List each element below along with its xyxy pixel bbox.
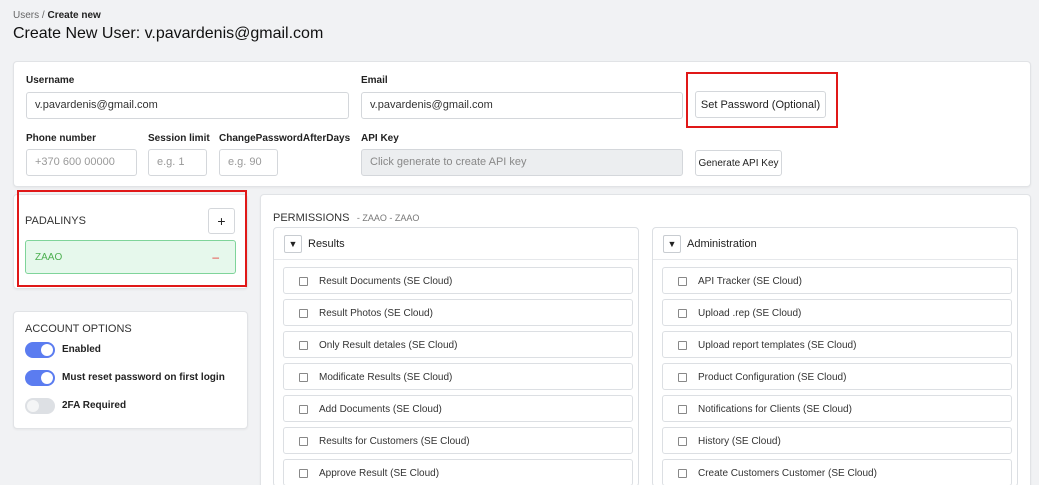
permission-checkbox[interactable] [299,405,308,414]
change-password-days-label: ChangePasswordAfterDays [219,133,351,144]
email-label: Email [361,75,388,86]
group-divider [274,259,638,260]
permission-checkbox[interactable] [299,437,308,446]
session-limit-input[interactable]: e.g. 1 [148,149,207,176]
permission-label: Create Customers Customer (SE Cloud) [698,468,877,479]
permission-label: Approve Result (SE Cloud) [319,468,440,479]
permission-item[interactable]: Upload .rep (SE Cloud) [662,299,1012,326]
permission-label: Result Documents (SE Cloud) [319,276,453,287]
permission-item[interactable]: Upload report templates (SE Cloud) [662,331,1012,358]
permission-group-results: ▼ Results Result Documents (SE Cloud) Res… [273,227,639,485]
permissions-heading: PERMISSIONS - ZAAO - ZAAO [273,208,419,226]
highlight-companies [17,190,247,287]
api-key-input: Click generate to create API key [361,149,683,176]
permission-item[interactable]: Results for Customers (SE Cloud) [283,427,633,454]
username-label: Username [26,75,75,86]
account-options-title: ACCOUNT OPTIONS [25,323,132,335]
permission-item[interactable]: Only Result detales (SE Cloud) [283,331,633,358]
toggle-knob [27,400,39,412]
permissions-title: PERMISSIONS [273,212,350,224]
collapse-caret-icon[interactable]: ▼ [663,235,681,253]
change-password-days-input[interactable]: e.g. 90 [219,149,278,176]
permission-checkbox[interactable] [678,277,687,286]
permission-item[interactable]: API Tracker (SE Cloud) [662,267,1012,294]
api-key-label: API Key [361,133,399,144]
two-fa-toggle[interactable] [25,398,55,414]
breadcrumb-parent[interactable]: Users [13,10,39,21]
permission-label: API Tracker (SE Cloud) [698,276,802,287]
group-title: Results [308,238,345,250]
permission-label: Results for Customers (SE Cloud) [319,436,470,447]
two-fa-label: 2FA Required [62,400,127,411]
permission-label: Product Configuration (SE Cloud) [698,372,847,383]
permission-checkbox[interactable] [678,469,687,478]
toggle-knob [41,372,53,384]
permission-item[interactable]: Result Photos (SE Cloud) [283,299,633,326]
breadcrumb-current: Create new [47,10,101,21]
phone-input[interactable]: +370 600 00000 [26,149,137,176]
permission-label: Result Photos (SE Cloud) [319,308,433,319]
breadcrumb: Users / Create new [13,10,101,21]
permission-checkbox[interactable] [299,277,308,286]
permission-checkbox[interactable] [678,437,687,446]
username-input[interactable]: v.pavardenis@gmail.com [26,92,349,119]
session-limit-label: Session limit [148,133,210,144]
collapse-caret-icon[interactable]: ▼ [284,235,302,253]
permission-checkbox[interactable] [678,405,687,414]
toggle-knob [41,344,53,356]
permission-item[interactable]: Modificate Results (SE Cloud) [283,363,633,390]
permission-label: Add Documents (SE Cloud) [319,404,442,415]
permission-label: Upload .rep (SE Cloud) [698,308,802,319]
permission-checkbox[interactable] [299,373,308,382]
user-form-card: Username v.pavardenis@gmail.com Email v.… [13,61,1031,187]
enabled-toggle[interactable] [25,342,55,358]
permission-label: Upload report templates (SE Cloud) [698,340,857,351]
permission-label: History (SE Cloud) [698,436,781,447]
permission-group-administration: ▼ Administration API Tracker (SE Cloud) U… [652,227,1018,485]
enabled-label: Enabled [62,344,101,355]
permission-label: Only Result detales (SE Cloud) [319,340,458,351]
permission-item[interactable]: Create Customers Customer (SE Cloud) [662,459,1012,485]
permission-checkbox[interactable] [678,341,687,350]
permission-checkbox[interactable] [678,373,687,382]
permission-item[interactable]: Product Configuration (SE Cloud) [662,363,1012,390]
phone-label: Phone number [26,133,97,144]
permission-label: Modificate Results (SE Cloud) [319,372,453,383]
highlight-set-password [686,72,838,128]
permissions-subtitle: - ZAAO - ZAAO [356,213,420,223]
permission-item[interactable]: Result Documents (SE Cloud) [283,267,633,294]
permission-item[interactable]: Notifications for Clients (SE Cloud) [662,395,1012,422]
group-divider [653,259,1017,260]
permission-item[interactable]: History (SE Cloud) [662,427,1012,454]
permission-checkbox[interactable] [299,341,308,350]
permission-checkbox[interactable] [678,309,687,318]
reset-password-label: Must reset password on first login [62,372,225,383]
permission-checkbox[interactable] [299,309,308,318]
permission-item[interactable]: Approve Result (SE Cloud) [283,459,633,485]
permission-item[interactable]: Add Documents (SE Cloud) [283,395,633,422]
group-title: Administration [687,238,757,250]
reset-password-toggle[interactable] [25,370,55,386]
generate-api-key-button[interactable]: Generate API Key [695,150,782,176]
page-title: Create New User: v.pavardenis@gmail.com [13,25,324,42]
permission-label: Notifications for Clients (SE Cloud) [698,404,852,415]
email-input[interactable]: v.pavardenis@gmail.com [361,92,683,119]
permission-checkbox[interactable] [299,469,308,478]
